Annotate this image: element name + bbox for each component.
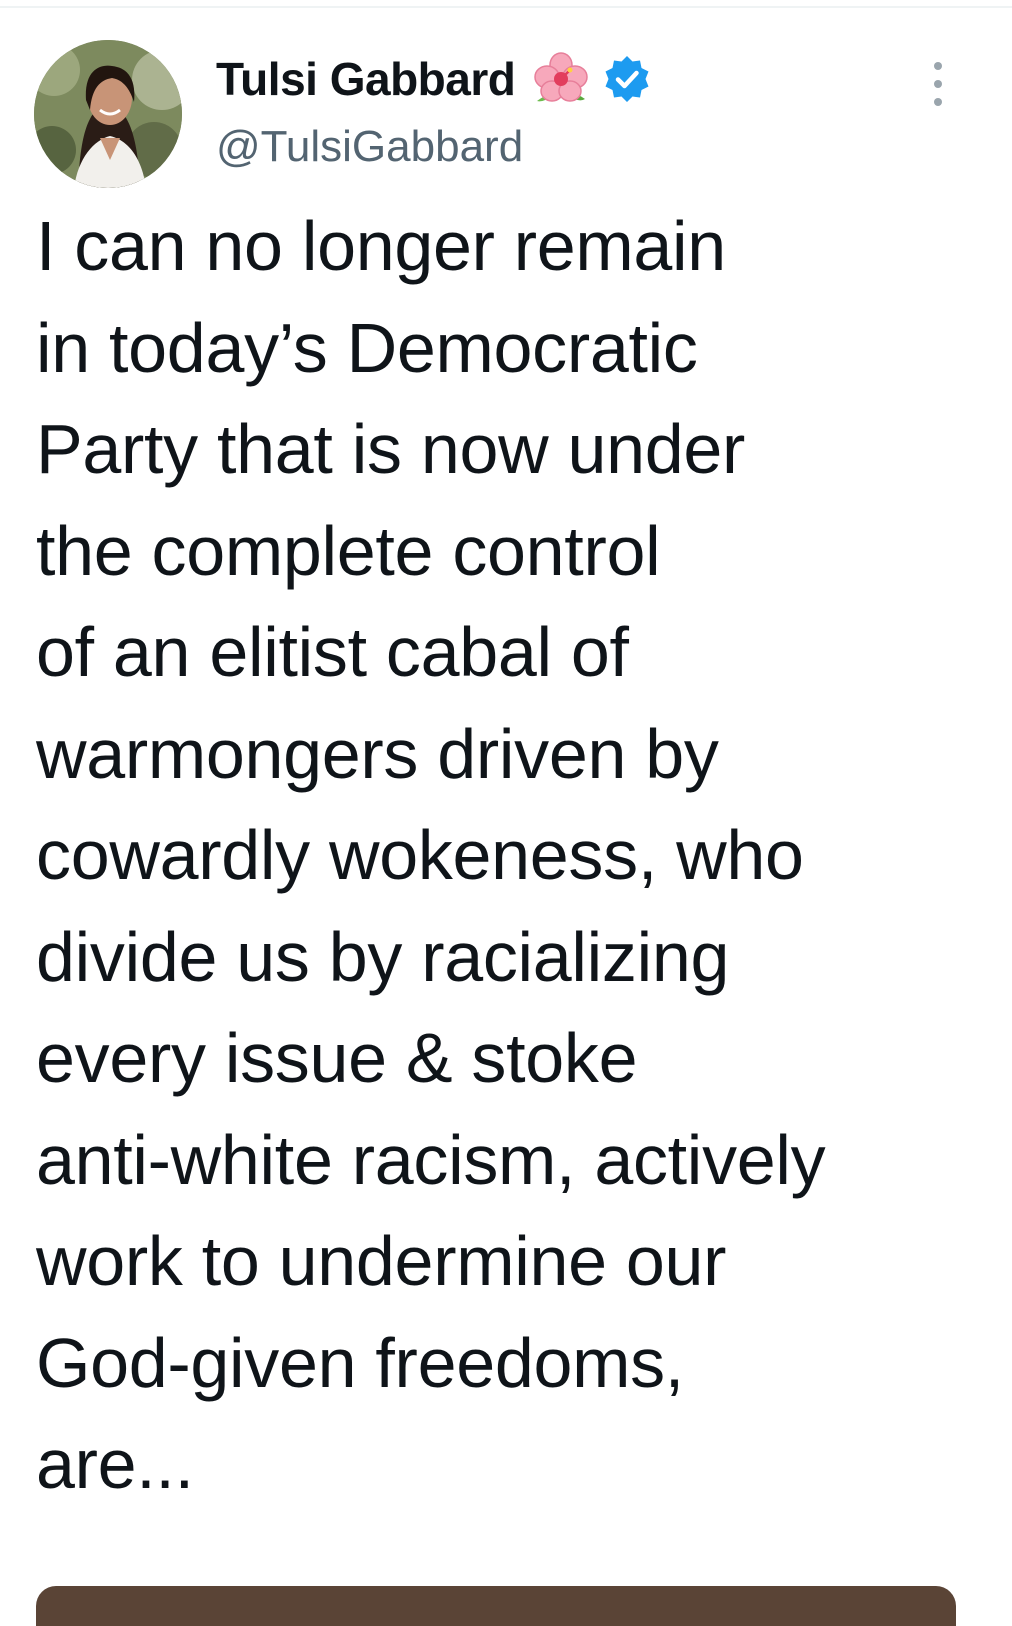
more-options-button[interactable] [918, 62, 958, 106]
tweet-text-line: every issue & stoke [36, 1019, 638, 1097]
tweet-text-line: work to undermine our [36, 1222, 727, 1300]
tweet-card[interactable]: Tulsi Gabbard @TulsiGabbard I can no lon… [0, 0, 1012, 1626]
tweet-text-line: I can no longer remain [36, 207, 726, 285]
media-preview[interactable] [36, 1586, 956, 1626]
tweet-text-line: anti-white racism, actively [36, 1120, 826, 1199]
tweet-text-line: Party that is now under [36, 410, 746, 488]
avatar-photo [34, 40, 182, 188]
tweet-text-line: warmongers driven by [36, 714, 719, 793]
tweet-text-line: are... [36, 1425, 194, 1503]
tweet-text-line: in today’s Democratic [36, 308, 698, 387]
avatar[interactable] [34, 40, 182, 188]
tweet-text-line: God-given freedoms, [36, 1323, 684, 1402]
verified-badge-icon [601, 53, 653, 105]
hibiscus-flower-icon [533, 51, 589, 107]
more-options-icon-dot [934, 98, 942, 106]
author-display-name[interactable]: Tulsi Gabbard [216, 52, 516, 106]
author-handle[interactable]: @TulsiGabbard [216, 122, 523, 172]
tweet-text: I can no longer remain in today’s Democr… [36, 196, 996, 1516]
tweet-text-line: the complete control [36, 511, 661, 590]
tweet-text-line: of an elitist cabal of [36, 613, 629, 691]
author-name-row: Tulsi Gabbard [216, 48, 653, 110]
tweet-text-line: cowardly wokeness, who [36, 816, 804, 894]
more-options-icon-dot [934, 62, 942, 70]
tweet-text-line: divide us by racializing [36, 917, 730, 996]
more-options-icon-dot [934, 80, 942, 88]
